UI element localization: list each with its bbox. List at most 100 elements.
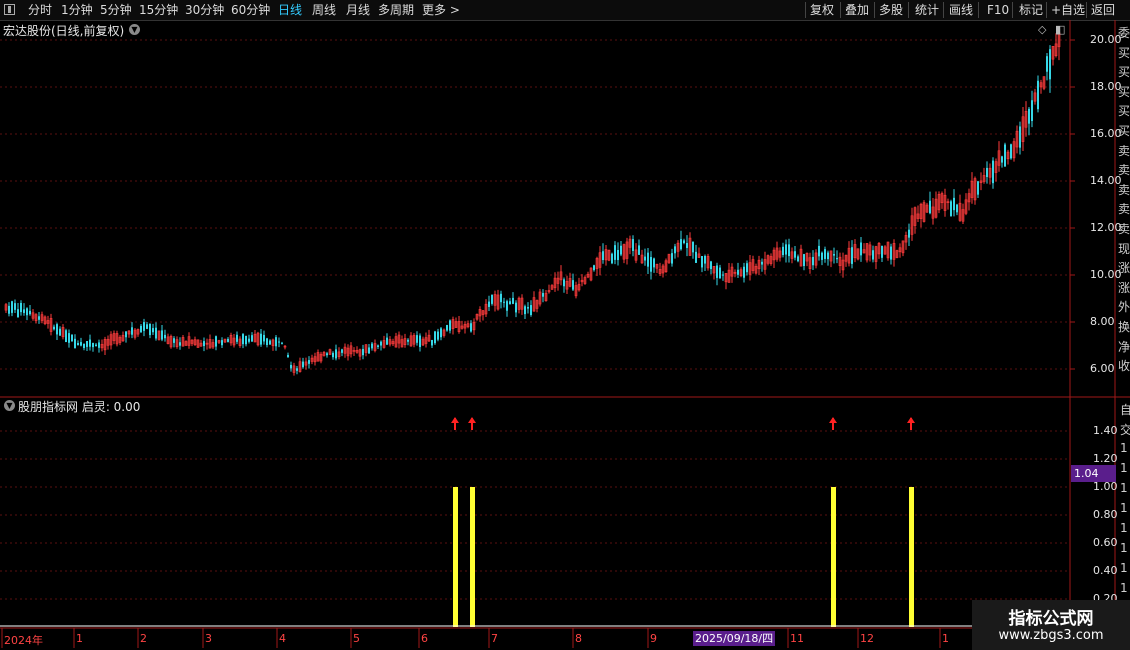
indicator-tick-label: 0.80 <box>1093 508 1118 521</box>
candle-body <box>308 360 310 364</box>
candle-body <box>614 245 616 260</box>
up-arrow-icon <box>829 417 837 423</box>
candle-body <box>8 305 10 314</box>
candle-body <box>881 245 883 258</box>
candle-body <box>140 325 142 333</box>
price-tick-label: 18.00 <box>1090 80 1122 93</box>
candle-body <box>851 247 853 264</box>
candle-body <box>263 334 265 342</box>
indicator-chevron-icon[interactable]: ▼ <box>4 400 15 411</box>
candle-body <box>794 251 796 258</box>
candle-body <box>68 333 70 343</box>
candle-body <box>986 167 988 178</box>
candle-body <box>647 252 649 267</box>
candle-body <box>302 361 304 368</box>
candle-body <box>341 349 343 353</box>
candle-body <box>929 200 931 214</box>
right-column-label: 买 <box>1118 65 1130 80</box>
candle-body <box>1049 49 1051 80</box>
candle-body <box>872 250 874 260</box>
candle-body <box>1031 100 1033 122</box>
candle-body <box>722 274 724 276</box>
right-column-label: 买 <box>1118 104 1130 119</box>
date-tick-label: 7 <box>491 632 498 645</box>
panel-toggle-icon-right[interactable]: ◧ <box>1055 23 1065 36</box>
candle-body <box>290 364 292 369</box>
diamond-icon[interactable]: ◇ <box>1038 23 1046 36</box>
candlestick-series <box>4 31 1061 376</box>
date-tick-label: 2024年 <box>4 634 43 647</box>
candle-body <box>38 316 40 320</box>
date-tick-label: 4 <box>279 632 286 645</box>
candle-body <box>638 245 640 255</box>
price-tick-label: 6.00 <box>1090 362 1115 375</box>
candle-body <box>1004 144 1006 167</box>
right-column-value: 1 <box>1120 441 1128 455</box>
candle-body <box>563 279 565 287</box>
candle-body <box>1001 156 1003 163</box>
right-column-value: 1 <box>1120 501 1128 515</box>
candle-body <box>23 309 25 313</box>
candle-body <box>503 301 505 303</box>
candle-body <box>215 336 217 347</box>
date-tick-label: 8 <box>575 632 582 645</box>
candle-body <box>743 266 745 278</box>
candle-body <box>56 324 58 335</box>
candle-body <box>788 244 790 257</box>
candle-body <box>77 342 79 346</box>
candle-body <box>155 327 157 339</box>
candle-body <box>221 340 223 346</box>
candle-body <box>785 244 787 255</box>
indicator-tick-label: 0.40 <box>1093 564 1118 577</box>
candle-body <box>203 341 205 347</box>
candle-body <box>335 349 337 359</box>
up-arrow-icon <box>468 417 476 423</box>
right-column-label: 买 <box>1118 45 1130 60</box>
date-tick-label: 2 <box>140 632 147 645</box>
candle-body <box>71 334 73 342</box>
candle-body <box>161 330 163 340</box>
right-column-label: 换 <box>1118 320 1130 334</box>
right-column-label: 外 <box>1118 300 1130 315</box>
chevron-down-icon[interactable]: ▼ <box>129 24 140 35</box>
candle-body <box>26 308 28 316</box>
candle-body <box>65 330 67 343</box>
signal-bar <box>831 487 836 627</box>
price-tick-label: 12.00 <box>1090 221 1122 234</box>
candle-body <box>173 338 175 343</box>
candle-body <box>59 328 61 336</box>
right-column-value: 自 <box>1120 403 1130 417</box>
candle-body <box>860 242 862 256</box>
right-column-label: 买 <box>1118 124 1130 138</box>
candle-body <box>632 239 634 251</box>
right-column-label: 涨 <box>1118 261 1130 276</box>
right-column-label: 卖 <box>1118 143 1130 158</box>
candle-body <box>440 328 442 338</box>
candle-body <box>506 301 508 311</box>
candle-body <box>617 250 619 261</box>
candle-body <box>653 258 655 268</box>
candle-body <box>977 181 979 195</box>
candle-body <box>83 343 85 349</box>
right-column-value: 1 <box>1120 581 1128 595</box>
candle-body <box>260 333 262 345</box>
candle-body <box>908 229 910 238</box>
date-tick-label: 1 <box>76 632 83 645</box>
date-tick-label: 6 <box>421 632 428 645</box>
candle-body <box>1010 144 1012 159</box>
watermark-title: 指标公式网 <box>1008 609 1094 629</box>
right-column-label: 卖 <box>1118 222 1130 236</box>
candle-body <box>368 347 370 354</box>
right-column-label: 买 <box>1118 84 1130 99</box>
candle-body <box>680 239 682 250</box>
candle-body <box>92 342 94 348</box>
up-arrow-icon <box>451 417 459 423</box>
candle-body <box>692 241 694 253</box>
chart-canvas[interactable] <box>0 0 1130 650</box>
candle-body <box>512 297 514 304</box>
price-tick-label: 20.00 <box>1090 33 1122 46</box>
watermark-url: www.zbgs3.com <box>998 628 1104 643</box>
candle-body <box>245 335 247 345</box>
indicator-title: 股朋指标网 启灵: 0.00 <box>18 400 141 414</box>
date-tick-label: 9 <box>650 632 657 645</box>
